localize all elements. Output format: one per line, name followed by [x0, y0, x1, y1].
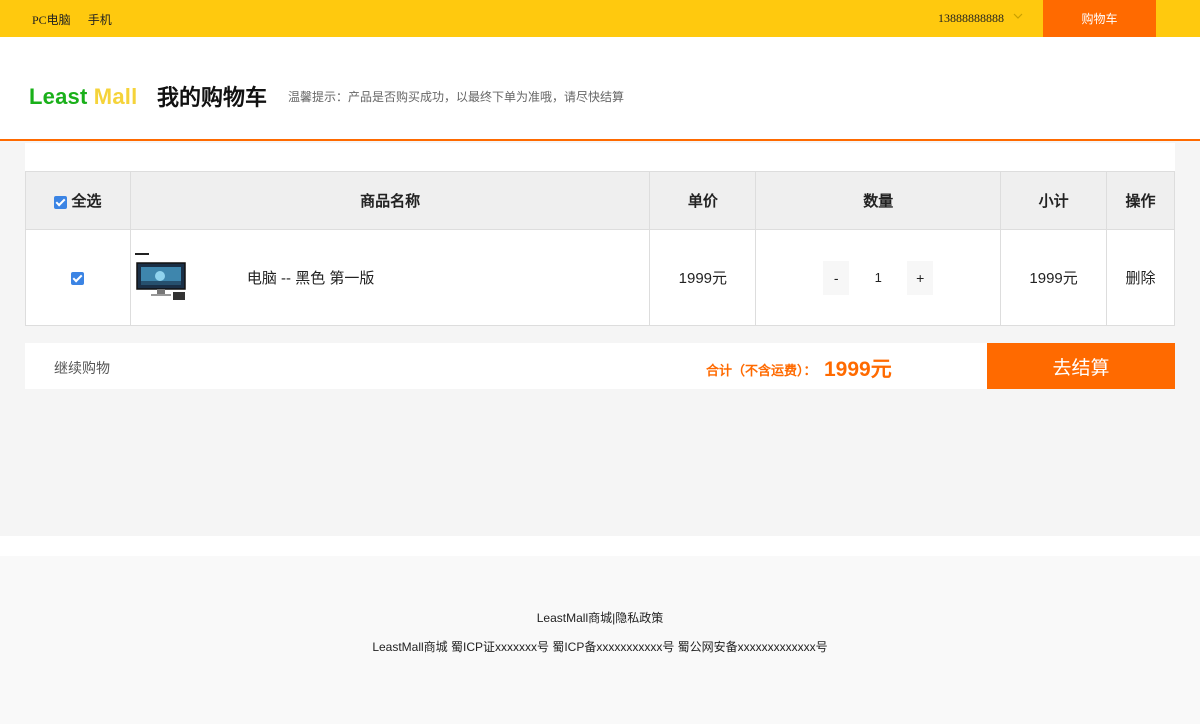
select-all-checkbox[interactable]: [54, 195, 68, 209]
header-price: 单价: [649, 171, 757, 230]
row-product-cell: 电脑 -- 黑色 第一版: [129, 229, 651, 326]
summary-bar: 继续购物 合计（不含运费）： 1999元 去结算: [25, 343, 1175, 389]
logo-mall: Mall: [93, 84, 138, 109]
decrease-button[interactable]: -: [823, 261, 849, 295]
footer-divider: [0, 536, 1200, 556]
quantity-input[interactable]: [849, 260, 908, 295]
row-price: 1999元: [649, 229, 757, 326]
row-action-cell: 删除: [1106, 229, 1175, 326]
header-subtotal: 小计: [1000, 171, 1108, 230]
header-quantity: 数量: [755, 171, 1002, 230]
row-checkbox[interactable]: [71, 271, 85, 285]
header-action: 操作: [1106, 171, 1175, 230]
product-info: 电脑 -- 黑色 第一版: [131, 230, 650, 325]
checkout-button[interactable]: 去结算: [987, 343, 1175, 389]
header-select-all: 全选: [25, 171, 131, 230]
row-quantity-cell: - +: [755, 229, 1002, 326]
logo-least: Least: [29, 84, 88, 109]
nav-pc[interactable]: PC电脑: [32, 13, 71, 27]
table-spacer: [25, 143, 1175, 171]
product-thumbnail[interactable]: [133, 252, 189, 304]
user-phone[interactable]: 13888888888: [938, 11, 1004, 26]
top-nav: PC电脑 手机: [32, 11, 126, 28]
footer-links-text[interactable]: LeastMall商城|隐私政策: [537, 611, 663, 625]
page-title: 我的购物车: [157, 85, 268, 110]
footer: LeastMall商城|隐私政策 LeastMall商城 蜀ICP证xxxxxx…: [0, 556, 1200, 724]
nav-phone[interactable]: 手机: [88, 13, 112, 27]
delete-button[interactable]: 删除: [1126, 270, 1156, 287]
row-subtotal: 1999元: [1000, 229, 1108, 326]
top-bar: PC电脑 手机 13888888888 购物车: [0, 0, 1200, 37]
header-name: 商品名称: [129, 171, 651, 230]
hint-text: 温馨提示：产品是否购买成功，以最终下单为准哦，请尽快结算: [288, 90, 625, 104]
logo[interactable]: Least Mall: [29, 84, 137, 110]
quantity-stepper: - +: [823, 260, 934, 295]
footer-icp: LeastMall商城 蜀ICP证xxxxxxx号 蜀ICP备xxxxxxxxx…: [372, 640, 828, 654]
cart-table: 全选 商品名称 单价 数量 小计 操作 电脑 -- 黑色 第一版 1999元 -…: [25, 171, 1175, 326]
total-label: 合计（不含运费）：: [706, 363, 817, 378]
row-select-cell: [25, 229, 131, 326]
cart-button[interactable]: 购物车: [1043, 0, 1156, 37]
table-row: 电脑 -- 黑色 第一版 1999元 - + 1999元 删除: [25, 229, 1175, 326]
total-value: 1999元: [824, 358, 892, 381]
footer-links: LeastMall商城|隐私政策: [0, 609, 1200, 626]
chevron-down-icon[interactable]: [1012, 10, 1024, 22]
product-name[interactable]: 电脑 -- 黑色 第一版: [247, 267, 375, 288]
page-header: Least Mall 我的购物车 温馨提示：产品是否购买成功，以最终下单为准哦，…: [0, 37, 1200, 141]
increase-button[interactable]: +: [907, 261, 933, 295]
table-header-row: 全选 商品名称 单价 数量 小计 操作: [25, 171, 1175, 230]
select-all-label: 全选: [71, 193, 102, 210]
continue-shopping-link[interactable]: 继续购物: [54, 358, 110, 378]
